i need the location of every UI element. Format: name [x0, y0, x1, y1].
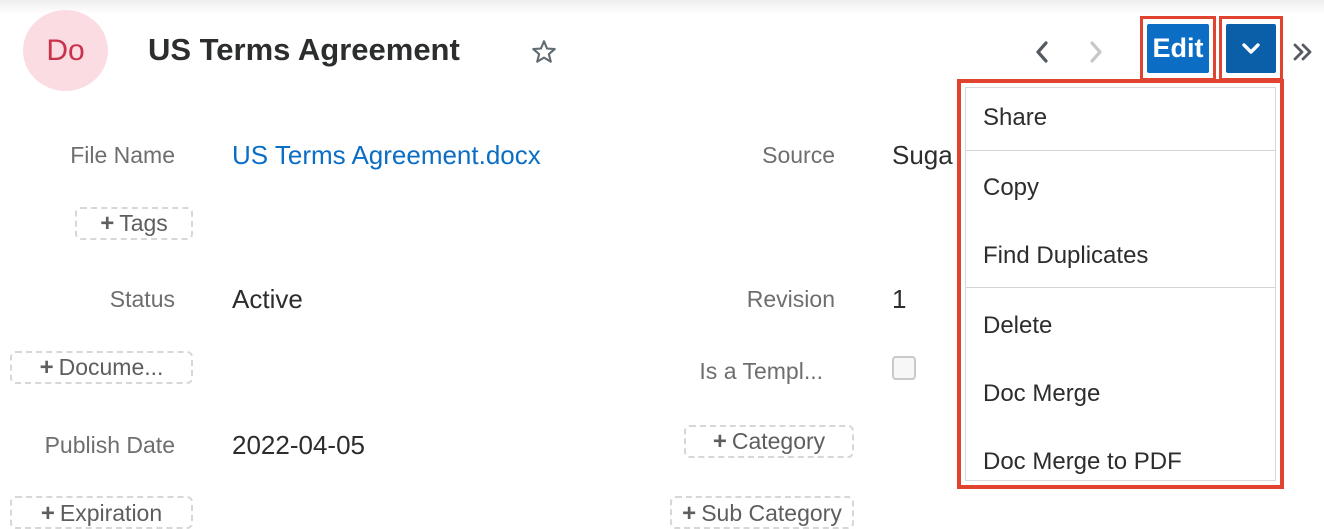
actions-menu: Share Copy Find Duplicates Delete Doc Me… [957, 79, 1284, 489]
source-value: Suga [892, 140, 953, 170]
menu-item-share[interactable]: Share [983, 104, 1047, 132]
status-label: Status [109, 286, 175, 312]
actions-menu-panel: Share Copy Find Duplicates Delete Doc Me… [965, 87, 1276, 481]
revision-value: 1 [892, 284, 907, 314]
plus-icon: + [100, 209, 115, 237]
star-icon[interactable] [530, 38, 558, 66]
plus-icon: + [712, 427, 727, 455]
menu-item-copy[interactable]: Copy [983, 174, 1039, 202]
add-tags-button[interactable]: + Tags [75, 207, 193, 240]
actions-dropdown-button[interactable] [1226, 24, 1276, 73]
edit-button[interactable]: Edit [1147, 24, 1209, 73]
chevron-left-icon[interactable] [1030, 38, 1054, 66]
record-title: US Terms Agreement [148, 32, 460, 67]
add-document-button[interactable]: + Docume... [10, 351, 193, 384]
menu-item-find-duplicates[interactable]: Find Duplicates [983, 242, 1148, 270]
file-name-link[interactable]: US Terms Agreement.docx [232, 140, 541, 171]
chevron-right-icon[interactable] [1084, 38, 1108, 66]
avatar: Do [23, 10, 108, 91]
chevron-down-icon [1242, 42, 1260, 54]
subcategory-pill-label: Sub Category [701, 500, 842, 526]
publish-date-label: Publish Date [44, 432, 175, 458]
add-expiration-button[interactable]: + Expiration [10, 496, 193, 529]
top-shadow [0, 0, 1324, 14]
category-pill-label: Category [731, 428, 826, 454]
plus-icon: + [39, 353, 54, 381]
add-subcategory-button[interactable]: + Sub Category [670, 496, 854, 529]
status-value: Active [232, 284, 303, 314]
tags-pill-label: Tags [119, 210, 168, 236]
plus-icon: + [682, 500, 697, 527]
publish-date-value: 2022-04-05 [232, 430, 365, 460]
menu-item-delete[interactable]: Delete [983, 312, 1052, 340]
file-name-label: File Name [70, 142, 175, 168]
add-category-button[interactable]: + Category [684, 425, 854, 458]
menu-item-doc-merge-pdf[interactable]: Doc Merge to PDF [983, 448, 1182, 476]
menu-divider [966, 287, 1275, 288]
document-pill-label: Docume... [58, 354, 164, 380]
double-chevron-right-icon[interactable] [1292, 40, 1314, 64]
revision-label: Revision [746, 286, 835, 312]
is-template-checkbox[interactable] [892, 356, 916, 380]
menu-divider [966, 150, 1275, 151]
source-label: Source [762, 142, 835, 168]
menu-item-doc-merge[interactable]: Doc Merge [983, 380, 1100, 408]
plus-icon: + [40, 500, 55, 527]
expiration-pill-label: Expiration [59, 500, 163, 526]
is-template-label: Is a Templ... [699, 358, 823, 384]
